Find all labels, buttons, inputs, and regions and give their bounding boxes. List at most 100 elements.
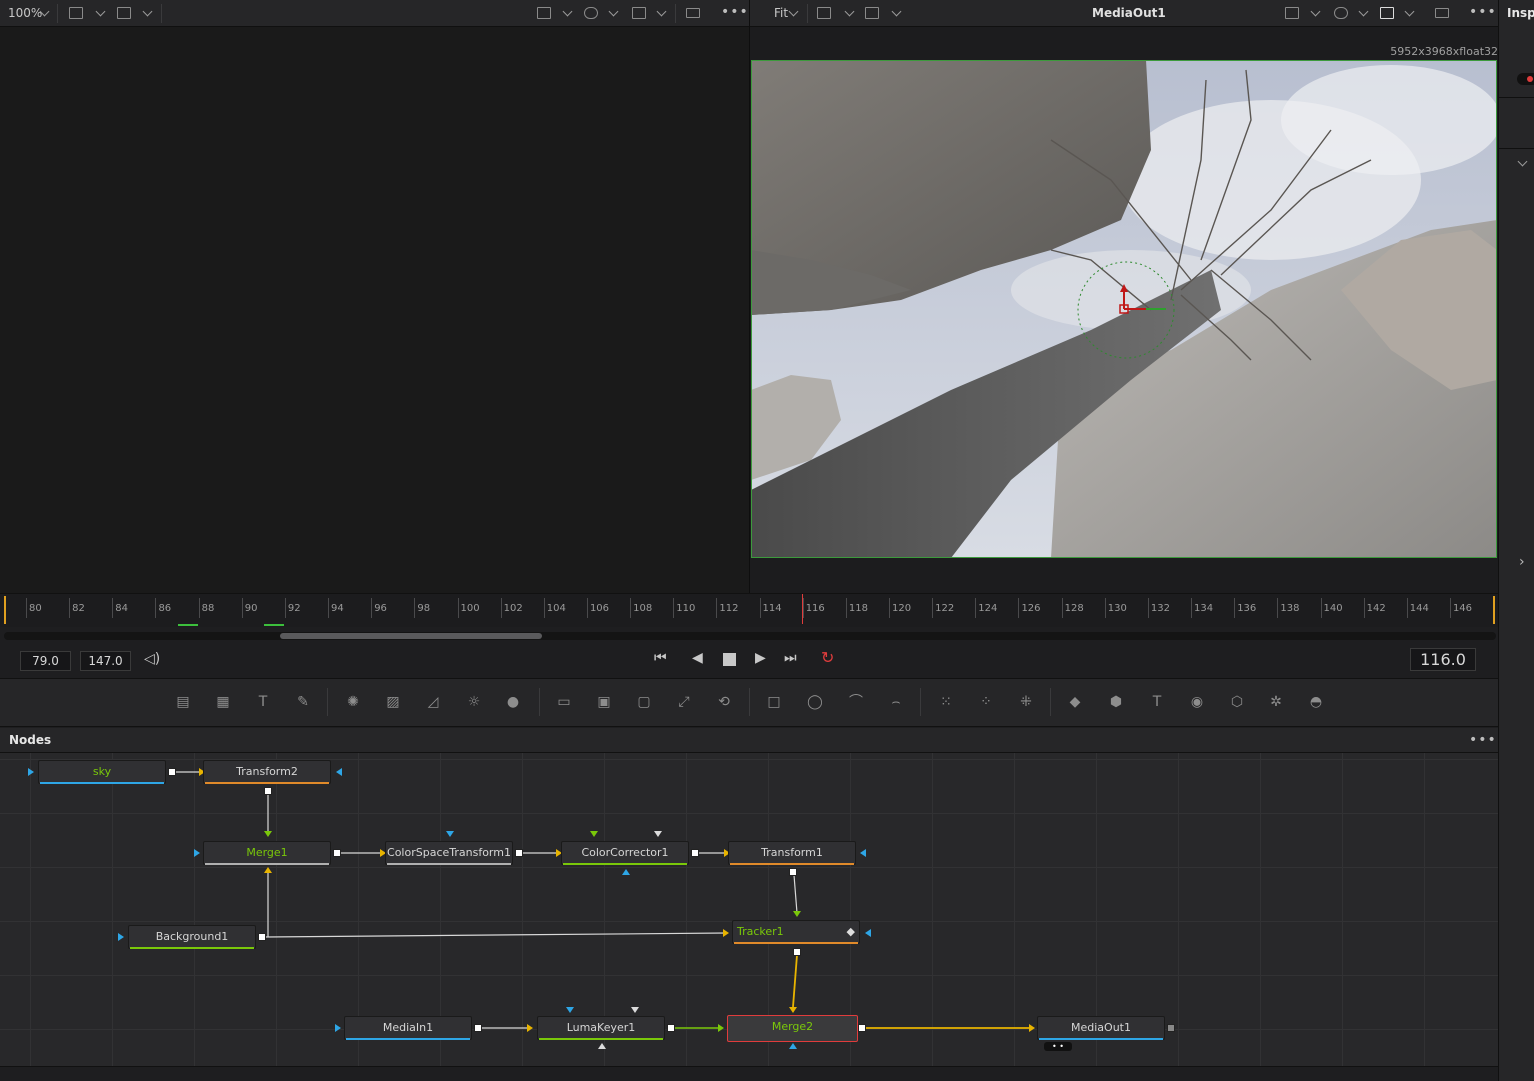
chevron-down-icon[interactable] (1358, 6, 1369, 17)
render3d-icon[interactable]: ⬡ (1226, 693, 1248, 711)
resize-icon[interactable]: ⤢ (673, 693, 695, 711)
viewer-layout-icon[interactable] (69, 7, 83, 19)
inspector-tab[interactable]: Inspe (1507, 6, 1534, 20)
node-merge1[interactable]: Merge1 (203, 841, 331, 865)
left-viewer[interactable] (0, 27, 749, 593)
gradient-icon[interactable]: ▤ (172, 693, 194, 711)
loop-icon[interactable]: ↻ (821, 648, 834, 667)
particles-emitter-icon[interactable]: ⁙ (935, 693, 957, 711)
node-lumakeyer1[interactable]: LumaKeyer1 (537, 1016, 665, 1040)
node-merge2[interactable]: Merge2 (727, 1015, 858, 1042)
color-channels-icon[interactable] (584, 7, 598, 19)
go-to-start-icon[interactable]: ⏮ (654, 650, 667, 666)
node-transform1[interactable]: Transform1 (728, 841, 856, 865)
ellipse-icon[interactable]: ◯ (804, 693, 826, 711)
more-options-icon[interactable]: ••• (721, 4, 749, 20)
particle-icon[interactable]: ✺ (342, 693, 364, 711)
curve-icon[interactable]: ◿ (422, 693, 444, 711)
timeline-tick (1018, 598, 1020, 618)
output-port[interactable] (333, 849, 341, 857)
node-background1[interactable]: Background1 (128, 925, 256, 949)
text-icon[interactable]: T (252, 693, 274, 711)
image-plane-icon[interactable]: ◓ (1305, 693, 1327, 711)
transform-icon[interactable]: ⟲ (713, 693, 735, 711)
display-lut-icon[interactable] (1285, 7, 1299, 19)
viewer-image[interactable] (751, 60, 1497, 558)
output-port[interactable] (474, 1024, 482, 1032)
chevron-down-icon[interactable] (788, 6, 799, 17)
camera3d-icon[interactable]: ◉ (1186, 693, 1208, 711)
chevron-down-icon[interactable] (608, 6, 619, 17)
node-colorcorrector1[interactable]: ColorCorrector1 (561, 841, 689, 865)
chevron-down-icon[interactable] (656, 6, 667, 17)
chevron-down-icon[interactable] (891, 6, 902, 17)
output-port[interactable] (1167, 1024, 1175, 1032)
chevron-down-icon[interactable] (1404, 6, 1415, 17)
scrollbar-thumb[interactable] (280, 633, 542, 639)
toggle-switch[interactable] (1517, 73, 1534, 85)
chevron-down-icon[interactable] (142, 6, 153, 17)
grid-icon[interactable]: ▨ (382, 693, 404, 711)
more-options-icon[interactable]: ••• (1469, 4, 1497, 20)
bspline-icon[interactable]: ⌢ (885, 693, 907, 711)
particles-render-icon[interactable]: ⁘ (975, 693, 997, 711)
chevron-down-icon[interactable] (844, 6, 855, 17)
timeline-scrollbar[interactable] (4, 632, 1496, 640)
shape3d-icon[interactable]: ◆ (1064, 693, 1086, 711)
roi-icon[interactable] (117, 7, 131, 19)
loader-icon[interactable]: ▭ (553, 693, 575, 711)
drop-icon[interactable]: ● (502, 693, 524, 711)
color-channels-icon[interactable] (1334, 7, 1348, 19)
viewer-layout-icon[interactable] (817, 7, 831, 19)
single-view-icon[interactable] (686, 8, 700, 18)
chevron-down-icon[interactable] (1310, 6, 1321, 17)
node-sky[interactable]: sky (38, 760, 166, 784)
right-zoom-dropdown[interactable]: Fit (774, 6, 788, 20)
single-view-icon[interactable] (1435, 8, 1449, 18)
node-tracker1[interactable]: Tracker1 ◆ (732, 920, 860, 944)
go-to-end-icon[interactable]: ⏭ (784, 650, 797, 666)
output-port[interactable] (264, 787, 272, 795)
fastnoise-icon[interactable]: ▦ (212, 693, 234, 711)
roi-icon[interactable] (865, 7, 879, 19)
end-frame-field[interactable]: 147.0 (80, 651, 131, 671)
output-port[interactable] (515, 849, 523, 857)
chevron-down-icon[interactable] (562, 6, 573, 17)
current-frame-field[interactable]: 116.0 (1410, 648, 1476, 671)
output-port[interactable] (168, 768, 176, 776)
node-mediain1[interactable]: MediaIn1 (344, 1016, 472, 1040)
mask-icon[interactable]: ▢ (633, 693, 655, 711)
collapse-right-icon[interactable]: › (1519, 554, 1525, 570)
play-forward-icon[interactable]: ▶ (755, 650, 766, 666)
particles-bounds-icon[interactable]: ⁜ (1015, 693, 1037, 711)
merge-icon[interactable]: ▣ (593, 693, 615, 711)
text3d-icon[interactable]: T (1146, 693, 1168, 711)
output-port[interactable] (691, 849, 699, 857)
merge3d-icon[interactable]: ⬢ (1105, 693, 1127, 711)
output-port[interactable] (793, 948, 801, 956)
play-reverse-icon[interactable]: ◀ (692, 650, 703, 666)
start-frame-field[interactable]: 79.0 (20, 651, 71, 671)
audio-icon[interactable]: ◁) (144, 651, 160, 667)
output-port[interactable] (258, 933, 266, 941)
grid-guides-icon[interactable] (1380, 7, 1394, 19)
brightness-icon[interactable]: ☼ (463, 693, 485, 711)
output-port[interactable] (789, 868, 797, 876)
display-lut-icon[interactable] (537, 7, 551, 19)
node-transform2[interactable]: Transform2 (203, 760, 331, 784)
polygon-icon[interactable]: ⌒ (845, 693, 867, 711)
left-zoom-dropdown[interactable]: 100% (8, 6, 42, 20)
stop-icon[interactable] (723, 653, 736, 666)
output-port[interactable] (858, 1024, 866, 1032)
rectangle-icon[interactable]: □ (763, 693, 785, 711)
paint-icon[interactable]: ✎ (292, 693, 314, 711)
node-colorspacetransform1[interactable]: ColorSpaceTransform1 (385, 841, 513, 865)
chevron-down-icon[interactable] (1517, 156, 1528, 167)
light3d-icon[interactable]: ✲ (1265, 693, 1287, 711)
grid-guides-icon[interactable] (632, 7, 646, 19)
chevron-down-icon[interactable] (95, 6, 106, 17)
more-options-icon[interactable]: ••• (1469, 732, 1497, 748)
node-mediaout1[interactable]: MediaOut1 (1037, 1016, 1165, 1040)
output-port[interactable] (667, 1024, 675, 1032)
timeline-ruler[interactable] (0, 593, 1498, 627)
